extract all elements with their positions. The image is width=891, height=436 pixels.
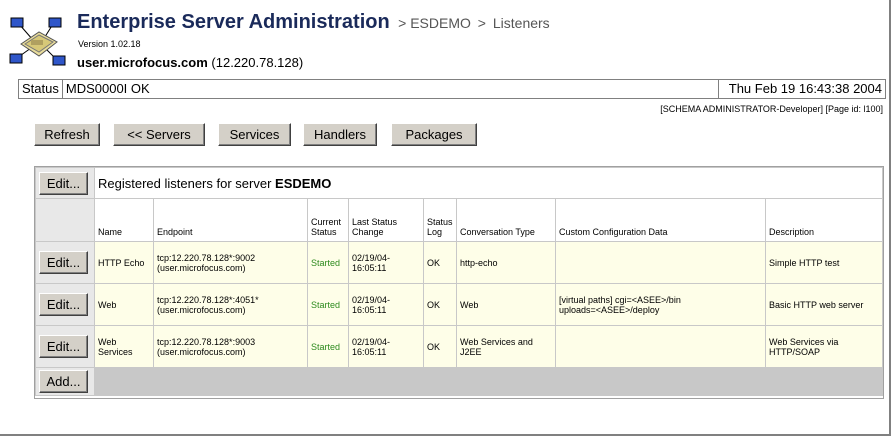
handlers-button[interactable]: Handlers [303,123,377,146]
col-current-status: Current Status [307,198,349,242]
col-last-change: Last Status Change [348,198,424,242]
cell-last-change: 02/19/04- 16:05:11 [348,325,424,368]
table-row: Edit... Web tcp:12.220.78.128*:4051* (use… [35,283,883,326]
table-row: Edit... HTTP Echo tcp:12.220.78.128*:900… [35,241,883,284]
col-description: Description [765,198,883,242]
edit-listener-button[interactable]: Edit... [39,335,88,358]
caption-text: Registered listeners for server [98,175,272,191]
col-custom-config: Custom Configuration Data [555,198,766,242]
cell-description: Basic HTTP web server [765,283,883,326]
servers-back-button[interactable]: << Servers [113,123,205,146]
col-endpoint: Endpoint [153,198,308,242]
cell-last-change: 02/19/04- 16:05:11 [348,283,424,326]
cell-status: Started [307,283,349,326]
version-text: Version 1.02.18 [78,39,141,49]
cell-endpoint: tcp:12.220.78.128*:9003 (user.microfocus.… [153,325,308,368]
caption-server: ESDEMO [275,175,332,191]
endpoint-host: (user.microfocus.com) [157,262,246,273]
change-date: 02/19/04- [352,336,391,347]
change-time: 16:05:11 [352,262,387,273]
edit-server-button[interactable]: Edit... [39,171,88,195]
endpoint-line: tcp:12.220.78.128*:4051* [157,294,259,305]
host-line: user.microfocus.com (12.220.78.128) [77,55,303,70]
endpoint-host: (user.microfocus.com) [157,304,246,315]
config-line: [virtual paths] cgi=<ASEE>/bin [559,294,681,305]
cell-last-change: 02/19/04- 16:05:11 [348,241,424,284]
status-bar: Status MDS0000I OK Thu Feb 19 16:43:38 2… [18,79,886,99]
caption-row: Edit... Registered listeners for server … [35,167,883,199]
cell-conv-type: Web Services and J2EE [456,325,556,368]
cell-description: Simple HTTP test [765,241,883,284]
cell-name: HTTP Echo [94,241,154,284]
status-time: Thu Feb 19 16:43:38 2004 [728,81,882,96]
cell-custom-config: [virtual paths] cgi=<ASEE>/bin uploads=<A… [555,283,766,326]
table-row: Edit... Web Services tcp:12.220.78.128*:… [35,325,883,368]
change-date: 02/19/04- [352,252,391,263]
status-label: Status [19,80,63,98]
breadcrumb-separator: > [477,15,486,31]
cell-endpoint: tcp:12.220.78.128*:4051* (user.microfocus… [153,283,308,326]
col-conv-type: Conversation Type [456,198,556,242]
listeners-panel: Edit... Registered listeners for server … [34,166,884,399]
endpoint-line: tcp:12.220.78.128*:9003 [157,336,256,347]
role-info: [SCHEMA ADMINISTRATOR-Developer] [Page i… [660,104,883,114]
cell-custom-config [555,241,766,284]
services-button[interactable]: Services [218,123,291,146]
cell-name: Web Services [94,325,154,368]
cell-status-log[interactable]: OK [423,241,457,284]
title-row: Enterprise Server Administration > ESDEM… [77,11,550,34]
change-date: 02/19/04- [352,294,391,305]
cell-custom-config [555,325,766,368]
breadcrumb: > ESDEMO > Listeners [398,15,550,31]
cell-name: Web [94,283,154,326]
endpoint-line: tcp:12.220.78.128*:9002 [157,252,256,263]
cell-status-log[interactable]: OK [423,283,457,326]
change-time: 16:05:11 [352,346,387,357]
add-listener-button[interactable]: Add... [39,370,88,393]
cell-status: Started [307,325,349,368]
host-ip: (12.220.78.128) [211,55,304,70]
cell-status: Started [307,241,349,284]
app-title: Enterprise Server Administration [77,11,390,33]
add-row: Add... [35,367,883,396]
cell-endpoint: tcp:12.220.78.128*:9002 (user.microfocus.… [153,241,308,284]
col-name: Name [94,198,154,242]
edit-listener-button[interactable]: Edit... [39,251,88,274]
listeners-table: Edit... Registered listeners for server … [35,167,883,396]
breadcrumb-listeners: Listeners [492,15,550,31]
breadcrumb-server[interactable]: ESDEMO [410,15,471,31]
endpoint-host: (user.microfocus.com) [157,346,246,357]
refresh-button[interactable]: Refresh [34,123,100,146]
edit-listener-button[interactable]: Edit... [39,293,88,316]
cell-status-log[interactable]: OK [423,325,457,368]
server-network-logo [9,14,67,70]
cell-description: Web Services via HTTP/SOAP [765,325,883,368]
config-line: uploads=<ASEE>/deploy [559,304,660,315]
status-message: MDS0000I OK [63,80,719,98]
breadcrumb-separator: > [398,15,407,31]
cell-conv-type: http-echo [456,241,556,284]
col-status-log: Status Log [423,198,457,242]
table-caption: Registered listeners for server ESDEMO [94,167,883,199]
host-name: user.microfocus.com [77,55,208,70]
header-row: Name Endpoint Current Status Last Status… [35,198,883,242]
change-time: 16:05:11 [352,304,387,315]
cell-conv-type: Web [456,283,556,326]
packages-button[interactable]: Packages [391,123,477,146]
